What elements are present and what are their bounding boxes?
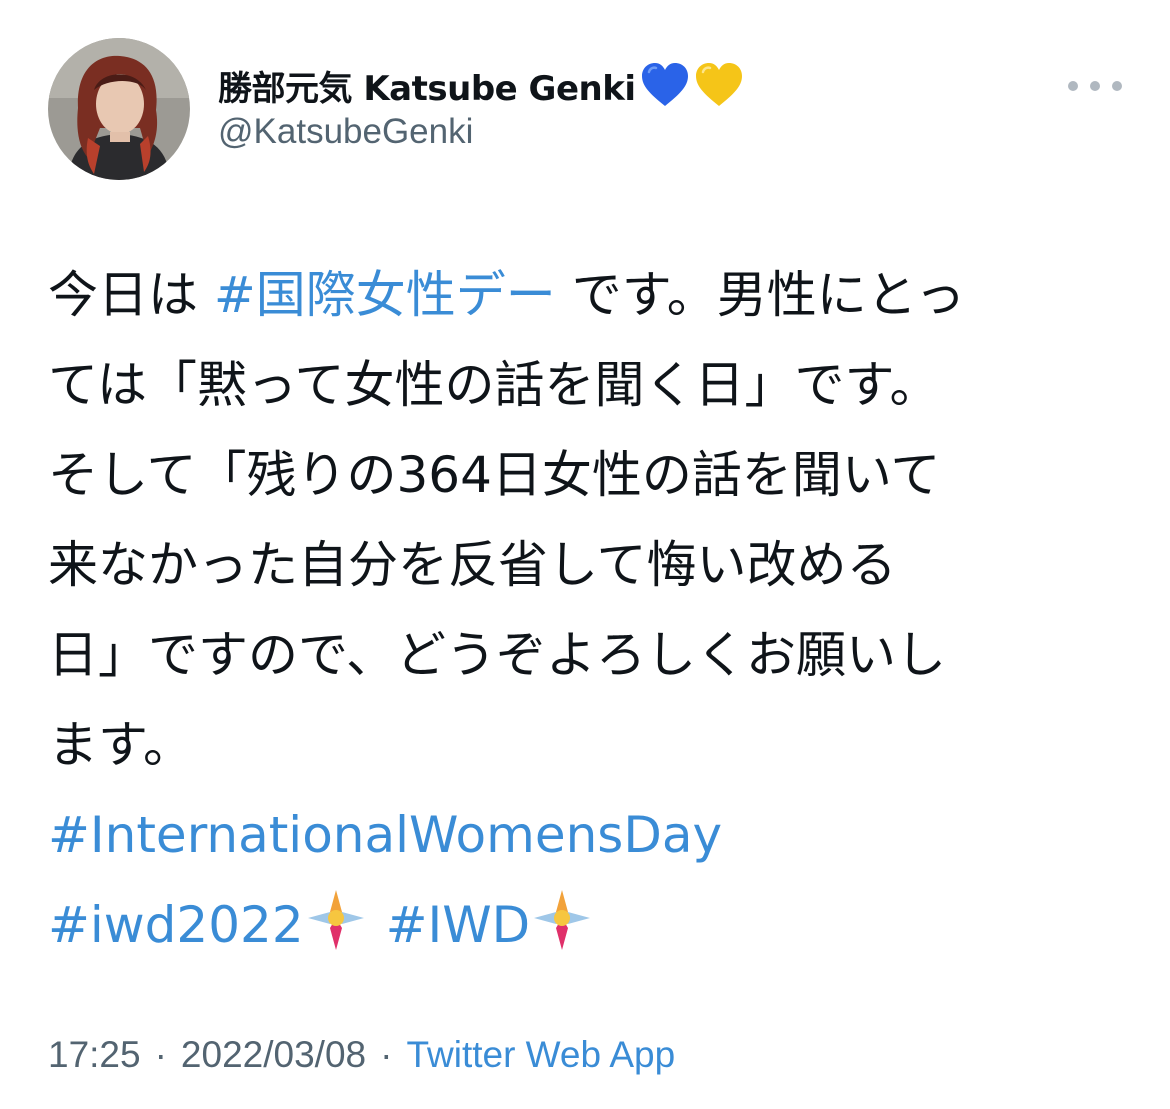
avatar[interactable] [48,38,190,180]
yellow-heart-icon [694,62,744,108]
meta-separator: · [154,1034,167,1075]
tweet-line: #InternationalWomensDay [48,790,1138,880]
author-handle[interactable]: @KatsubeGenki [218,112,473,152]
iwd-flower-icon [306,888,366,954]
tweet-line: 来なかった自分を反省して悔い改める [48,536,897,594]
source-app-link[interactable]: Twitter Web App [406,1034,675,1076]
iwd-flower-icon [532,888,592,954]
tweet-text-segment: です。男性にとっ [555,266,966,324]
tweet-line: 日」ですので、どうぞよろしくお願いし [48,626,946,684]
tweet-text: 今日は #国際女性デー です。男性にとっ ては「黙って女性の話を聞く日」です。 … [48,250,1138,970]
hashtag-link-internationalwomensday[interactable]: #InternationalWomensDay [48,806,722,864]
tweet-time[interactable]: 17:25 [48,1034,141,1076]
tweet-line: #iwd2022 #IWD [48,880,1138,970]
hashtag-link-iwd2022[interactable]: #iwd2022 [48,896,304,954]
meta-separator: · [380,1034,393,1075]
tweet-line: ては「黙って女性の話を聞く日」です。 [48,356,940,414]
tweet-date[interactable]: 2022/03/08 [181,1034,366,1076]
more-dot-icon [1068,81,1078,91]
hashtag-link-iwd[interactable]: #IWD [386,896,531,954]
hashtag-link-kokusai-josei-day[interactable]: #国際女性デー [214,266,556,324]
tweet-text-segment: 今日は [48,266,214,324]
more-dot-icon [1112,81,1122,91]
blue-heart-icon [640,62,690,108]
more-options-button[interactable] [1068,70,1122,102]
author-display-name[interactable]: 勝部元気 Katsube Genki [218,61,636,110]
tweet-line: 今日は #国際女性デー です。男性にとっ [48,250,1138,340]
tweet-line: ます。 [48,716,193,774]
more-dot-icon [1090,81,1100,91]
author-name-row[interactable]: 勝部元気 Katsube Genki [218,60,744,110]
avatar-photo [48,38,190,180]
tweet-line: そして「残りの364日女性の話を聞いて [48,446,941,504]
tweet-meta: 17:25 · 2022/03/08 · Twitter Web App [48,1030,675,1080]
